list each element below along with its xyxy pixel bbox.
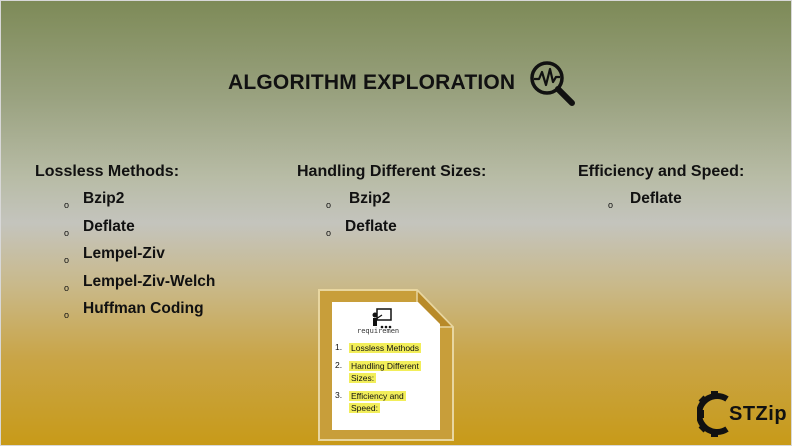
column-efficiency-and-speed: Efficiency and Speed: o Deflate — [578, 163, 744, 217]
bullet-icon: o — [64, 200, 70, 210]
list-item-label: Bzip2 — [83, 190, 125, 207]
list-item-label: Lempel-Ziv-Welch — [83, 272, 216, 290]
title-area: ALGORITHM EXPLORATION — [228, 58, 577, 108]
document-list-number: 1. — [335, 342, 343, 352]
stzip-logo: STZip — [697, 391, 787, 437]
bullet-icon: o — [64, 255, 70, 266]
column-lossless-methods: Lossless Methods: o Bzip2 o Deflate o Lempe… — [35, 163, 215, 327]
document-list: 1. Lossless Methods 2. Handling Differen… — [334, 342, 442, 420]
column-heading: Efficiency and Speed: — [578, 163, 745, 180]
document-list-item: 2. Handling Different Sizes: — [334, 360, 442, 384]
list-item: o Lempel-Ziv-Welch — [35, 272, 215, 300]
list-item-label: Deflate — [630, 190, 682, 207]
gear-icon — [697, 391, 729, 437]
bullet-icon: o — [326, 200, 332, 210]
document-list-text: Efficiency and — [349, 391, 406, 401]
document-caption: requiremen — [357, 327, 400, 335]
bullet-list: o Bzip2 o Deflate o Lempel-Ziv o Lempel-Ziv-… — [35, 189, 215, 327]
column-handling-different-sizes: Handling Different Sizes: o Bzip2 o Deflat… — [297, 163, 486, 244]
list-item: o Huffman Coding — [35, 299, 215, 327]
list-item: o Lempel-Ziv — [35, 244, 215, 272]
list-item: o Deflate — [35, 217, 215, 245]
document-list-item: 3. Efficiency and Speed: — [334, 390, 442, 414]
document-list-item: 1. Lossless Methods — [334, 342, 442, 354]
list-item: o Bzip2 — [297, 189, 486, 217]
bullet-list: o Bzip2 o Deflate — [297, 189, 486, 244]
logo-text: STZip — [729, 402, 788, 425]
list-item: o Deflate — [578, 189, 744, 217]
bullet-icon: o — [64, 227, 70, 238]
bullet-icon: o — [64, 282, 70, 293]
list-item-label: Deflate — [345, 217, 397, 235]
list-item-label: Deflate — [83, 217, 135, 235]
bullet-list: o Deflate — [578, 189, 744, 217]
bullet-icon: o — [608, 200, 614, 210]
bullet-icon: o — [64, 310, 70, 321]
document-list-number: 3. — [335, 390, 343, 400]
list-item: o Deflate — [297, 217, 486, 245]
column-heading: Lossless Methods: — [35, 163, 180, 180]
document-list-text: Handling Different — [349, 361, 421, 371]
list-item: o Bzip2 — [35, 189, 215, 217]
document-list-text: Speed: — [349, 403, 380, 413]
bullet-icon: o — [326, 227, 332, 238]
list-item-label: Lempel-Ziv — [83, 245, 165, 263]
slide-title: ALGORITHM EXPLORATION — [228, 71, 516, 94]
document-list-text: Lossless Methods — [349, 343, 422, 353]
list-item-label: Bzip2 — [349, 190, 391, 207]
magnifier-with-waveform-icon — [530, 61, 576, 106]
column-heading: Handling Different Sizes: — [297, 163, 487, 180]
document-list-text: Sizes: — [349, 373, 377, 383]
list-item-label: Huffman Coding — [83, 300, 204, 318]
document-list-number: 2. — [335, 360, 343, 370]
